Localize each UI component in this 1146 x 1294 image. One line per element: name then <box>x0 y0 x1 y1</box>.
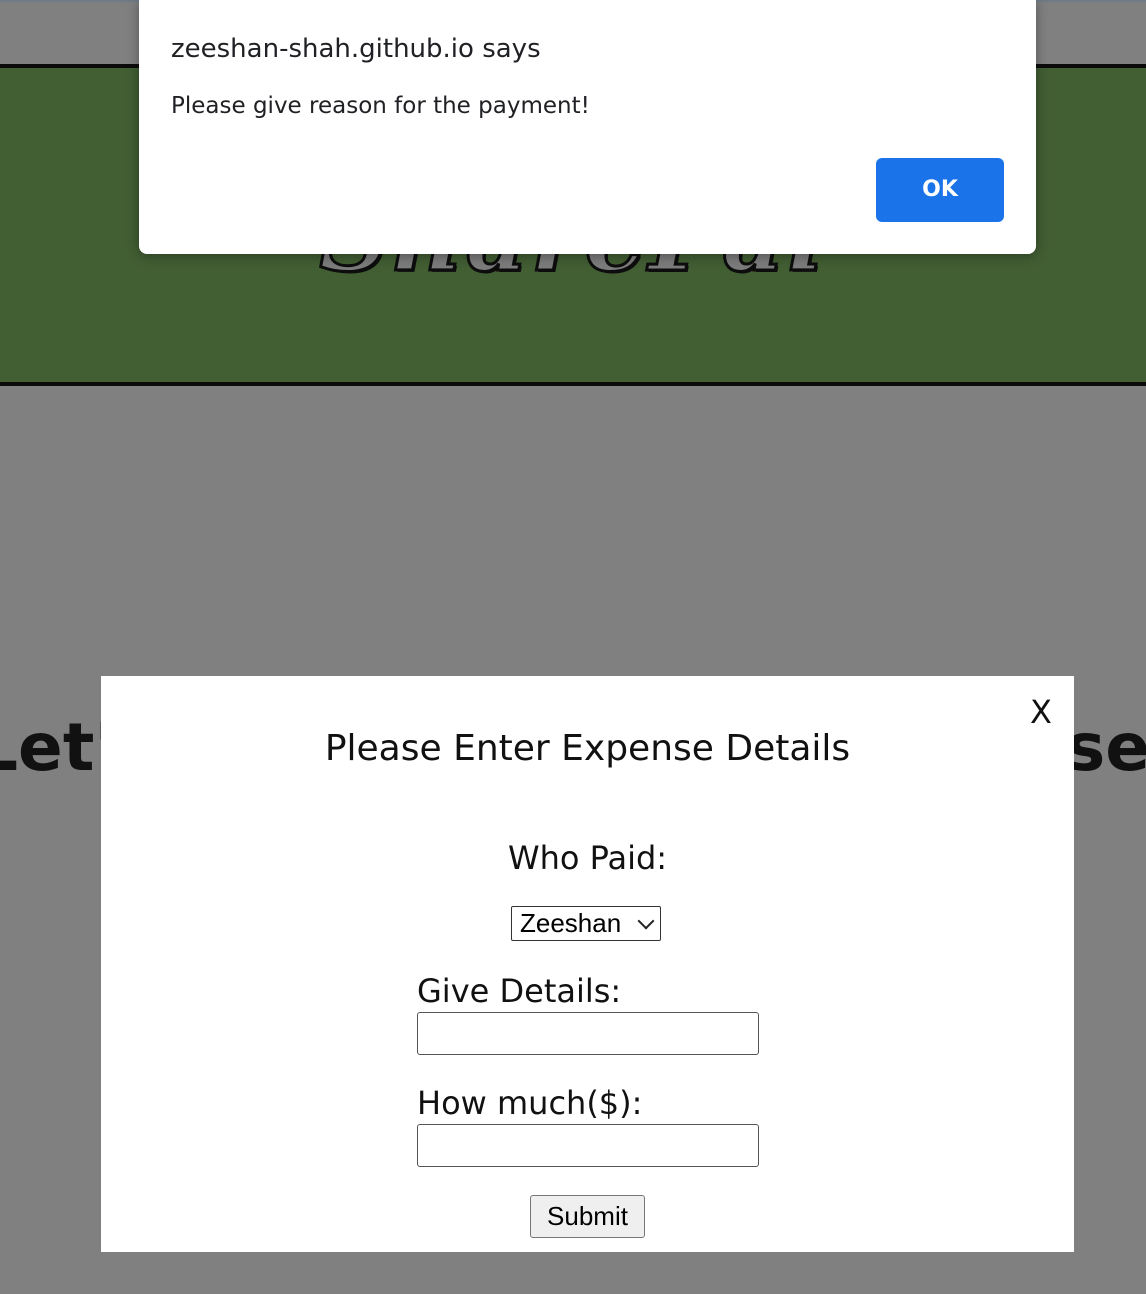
give-details-label: Give Details: <box>417 972 622 1010</box>
give-details-input[interactable] <box>417 1012 759 1055</box>
alert-ok-button[interactable]: OK <box>876 158 1004 222</box>
background-heading-left: Let' <box>0 709 115 786</box>
background-heading-right: ses <box>1066 709 1146 786</box>
expense-modal: X Please Enter Expense Details Who Paid:… <box>101 676 1074 1252</box>
alert-origin-text: zeeshan-shah.github.io says <box>171 34 541 64</box>
chevron-down-icon <box>637 912 655 930</box>
browser-alert-dialog: zeeshan-shah.github.io says Please give … <box>139 0 1036 254</box>
page: SharePal Let' ses X Please Enter Expense… <box>0 0 1146 1294</box>
who-paid-label: Who Paid: <box>507 839 668 877</box>
submit-button[interactable]: Submit <box>530 1195 645 1238</box>
close-icon[interactable]: X <box>1030 696 1052 728</box>
alert-message-text: Please give reason for the payment! <box>171 93 590 119</box>
amount-input[interactable] <box>417 1124 759 1167</box>
who-paid-select[interactable]: Zeeshan <box>511 906 661 941</box>
modal-title: Please Enter Expense Details <box>324 728 851 769</box>
who-paid-selected-value: Zeeshan <box>520 908 622 938</box>
amount-label: How much($): <box>417 1084 643 1122</box>
